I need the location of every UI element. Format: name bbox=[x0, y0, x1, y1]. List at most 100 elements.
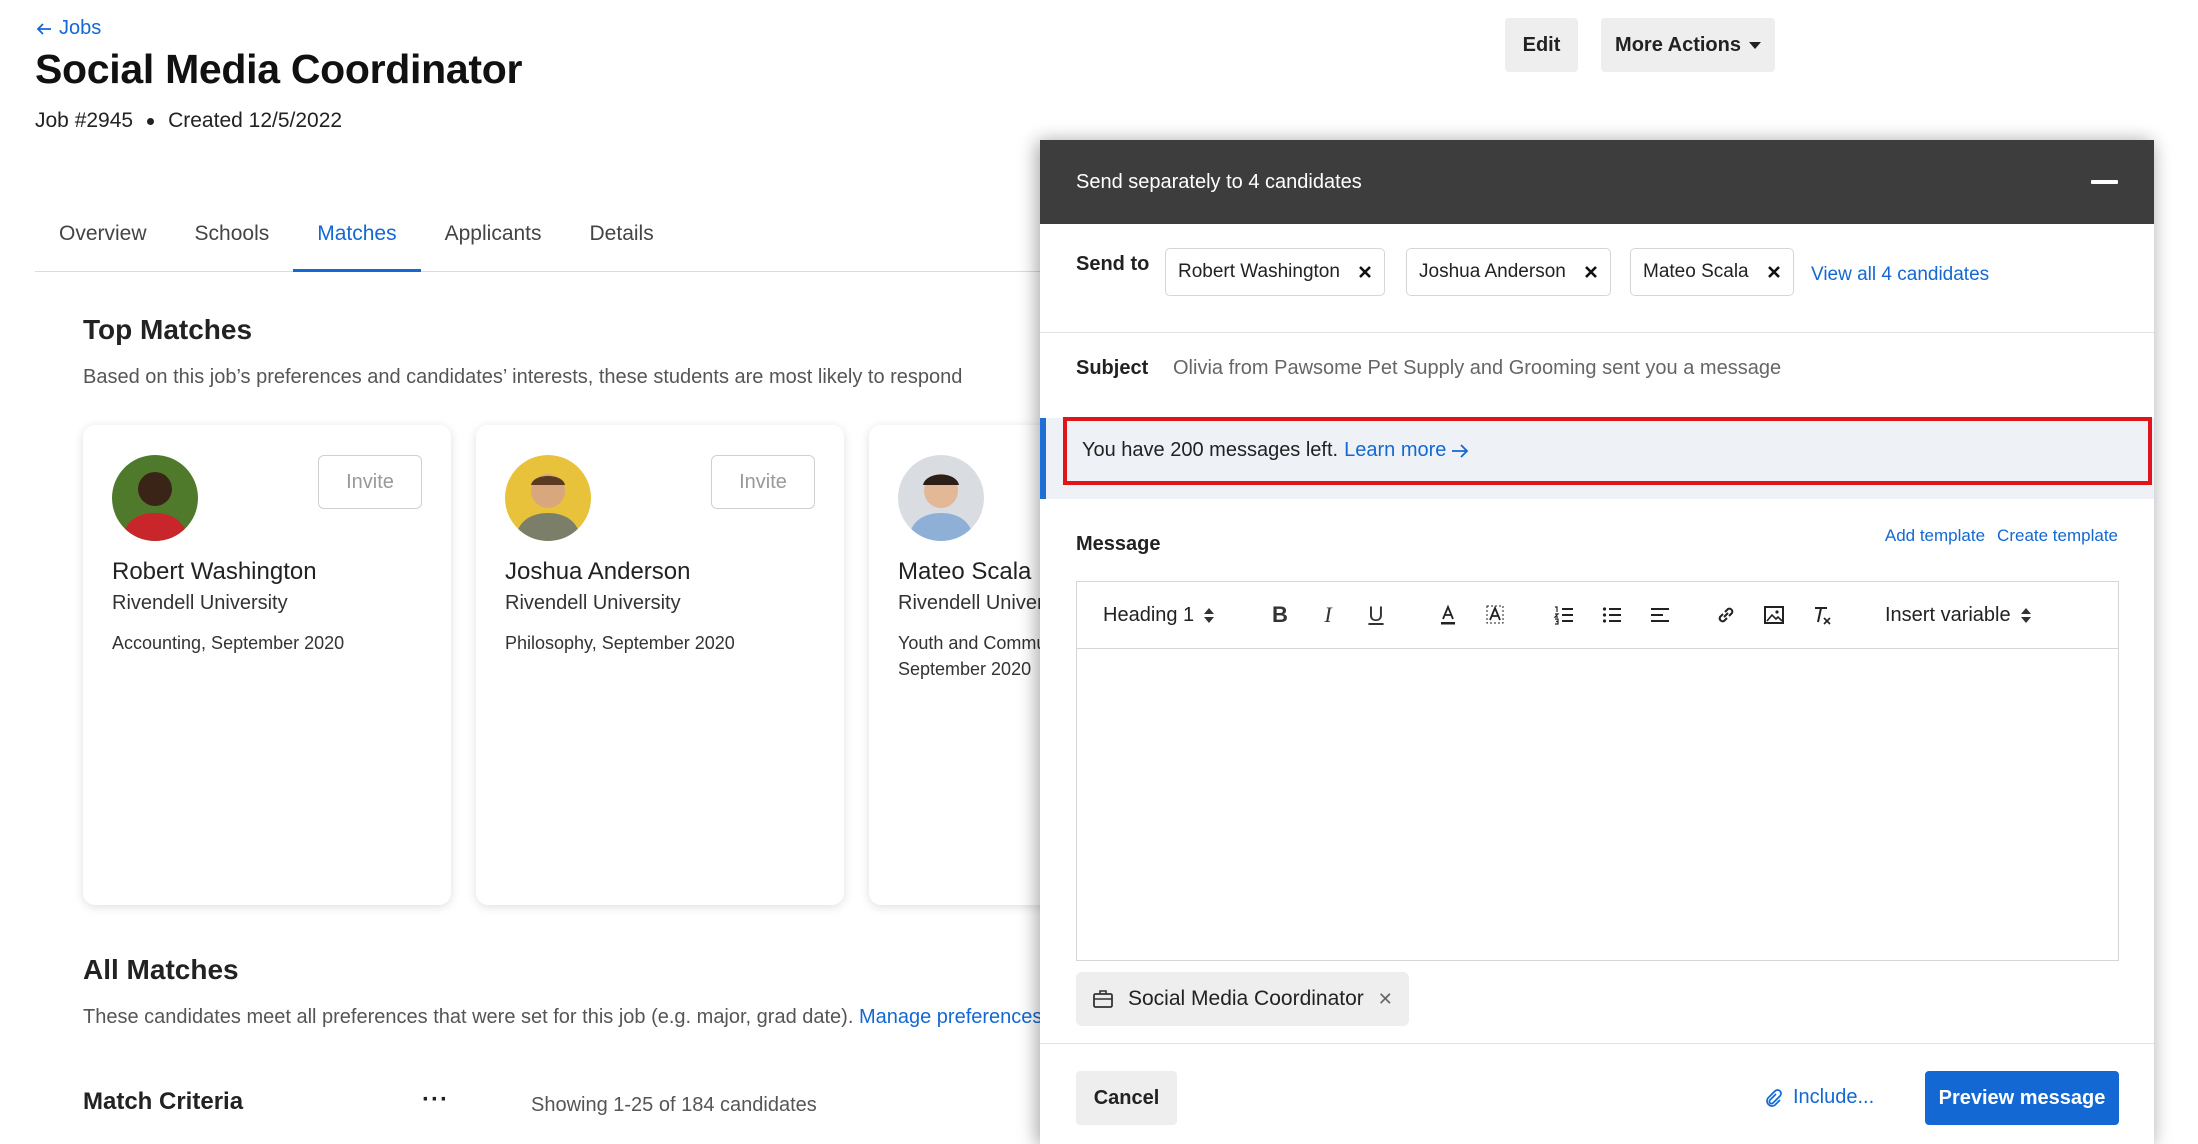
recipient-chip: Mateo Scala bbox=[1630, 248, 1794, 296]
job-meta: Job #2945 Created 12/5/2022 bbox=[35, 109, 342, 133]
text-color-icon[interactable] bbox=[1435, 600, 1461, 630]
remove-recipient-icon[interactable] bbox=[1358, 265, 1372, 279]
job-tabs: Overview Schools Matches Applicants Deta… bbox=[35, 214, 1055, 272]
insert-variable-select[interactable]: Insert variable bbox=[1885, 600, 2031, 630]
briefcase-icon bbox=[1093, 990, 1113, 1008]
messages-left-text: You have 200 messages left. bbox=[1082, 439, 1339, 461]
underline-button[interactable]: U bbox=[1363, 600, 1389, 630]
match-criteria-label: Match Criteria bbox=[83, 1088, 244, 1115]
editor-toolbar: Heading 1 B I U Insert variable bbox=[1077, 582, 2118, 649]
bulleted-list-icon[interactable] bbox=[1599, 600, 1625, 630]
tab-schools[interactable]: Schools bbox=[171, 214, 294, 272]
tab-applicants[interactable]: Applicants bbox=[421, 214, 566, 272]
invite-button[interactable]: Invite bbox=[318, 455, 422, 509]
tab-details[interactable]: Details bbox=[566, 214, 678, 272]
subject-row: Subject Olivia from Pawsome Pet Supply a… bbox=[1040, 333, 2154, 413]
candidate-major-line: Philosophy, September 2020 bbox=[505, 633, 735, 653]
numbered-list-icon[interactable] bbox=[1551, 600, 1577, 630]
candidate-name: Mateo Scala bbox=[898, 558, 1032, 585]
learn-more-label: Learn more bbox=[1344, 439, 1447, 461]
send-to-row: Send to Robert Washington Joshua Anderso… bbox=[1040, 224, 2154, 333]
template-links: Add template Create template bbox=[1885, 526, 2118, 546]
subject-input[interactable]: Olivia from Pawsome Pet Supply and Groom… bbox=[1173, 357, 1781, 380]
job-number: Job #2945 bbox=[35, 109, 134, 132]
cancel-button[interactable]: Cancel bbox=[1076, 1071, 1177, 1125]
include-button[interactable]: Include... bbox=[1763, 1086, 1874, 1109]
edit-button[interactable]: Edit bbox=[1505, 18, 1578, 72]
candidate-major-line: Accounting, September 2020 bbox=[112, 633, 345, 653]
clear-formatting-icon[interactable] bbox=[1809, 600, 1835, 630]
results-count: Showing 1-25 of 184 candidates bbox=[531, 1094, 817, 1116]
avatar bbox=[505, 455, 591, 541]
tab-matches[interactable]: Matches bbox=[293, 214, 421, 272]
minimize-icon[interactable] bbox=[2090, 168, 2118, 196]
more-options-icon[interactable]: ··· bbox=[422, 1086, 449, 1114]
compose-header: Send separately to 4 candidates bbox=[1040, 140, 2154, 224]
avatar bbox=[112, 455, 198, 541]
compose-title: Send separately to 4 candidates bbox=[1076, 170, 1362, 193]
select-arrows-icon bbox=[1204, 607, 1215, 623]
recipient-chip: Robert Washington bbox=[1165, 248, 1385, 296]
italic-button[interactable]: I bbox=[1315, 600, 1341, 630]
select-arrows-icon bbox=[2020, 607, 2031, 623]
recipient-chip: Joshua Anderson bbox=[1406, 248, 1611, 296]
recipient-name: Joshua Anderson bbox=[1419, 261, 1566, 282]
tab-overview[interactable]: Overview bbox=[35, 214, 171, 272]
recipient-name: Robert Washington bbox=[1178, 261, 1340, 282]
more-actions-label: More Actions bbox=[1615, 33, 1741, 56]
candidate-major: Accounting, September 2020 bbox=[112, 630, 344, 656]
top-matches-subtitle: Based on this job’s preferences and cand… bbox=[83, 366, 963, 388]
created-date: Created 12/5/2022 bbox=[168, 109, 343, 132]
arrow-right-icon bbox=[1452, 443, 1469, 458]
candidate-card[interactable]: Invite Joshua Anderson Rivendell Univers… bbox=[476, 425, 844, 905]
candidate-name: Robert Washington bbox=[112, 558, 317, 585]
edit-button-label: Edit bbox=[1522, 33, 1561, 56]
manage-preferences-link[interactable]: Manage preferences bbox=[859, 1006, 1042, 1028]
paperclip-icon bbox=[1766, 1088, 1782, 1107]
insert-variable-label: Insert variable bbox=[1885, 603, 2011, 626]
compose-footer: Cancel Include... Preview message bbox=[1040, 1043, 2154, 1144]
avatar bbox=[898, 455, 984, 541]
bold-button[interactable]: B bbox=[1267, 600, 1293, 630]
back-to-jobs-link[interactable]: Jobs bbox=[35, 17, 101, 40]
highlight-color-icon[interactable] bbox=[1482, 600, 1508, 630]
invite-button[interactable]: Invite bbox=[711, 455, 815, 509]
arrow-left-icon bbox=[36, 22, 51, 35]
recipient-name: Mateo Scala bbox=[1643, 261, 1749, 282]
top-matches-title: Top Matches bbox=[83, 314, 253, 345]
page-title: Social Media Coordinator bbox=[35, 46, 523, 92]
view-all-candidates-link[interactable]: View all 4 candidates bbox=[1811, 264, 1989, 286]
messages-left-notice: You have 200 messages left. Learn more bbox=[1040, 417, 2154, 499]
heading-select-value: Heading 1 bbox=[1103, 603, 1195, 626]
more-actions-button[interactable]: More Actions bbox=[1601, 18, 1775, 72]
candidate-school: Rivendell University bbox=[505, 592, 681, 614]
candidate-school: Rivendell University bbox=[112, 592, 288, 614]
remove-recipient-icon[interactable] bbox=[1767, 265, 1781, 279]
image-icon[interactable] bbox=[1761, 600, 1787, 630]
all-matches-subtitle: These candidates meet all preferences th… bbox=[83, 1006, 1042, 1029]
caret-down-icon bbox=[1748, 41, 1761, 49]
all-matches-subtitle-text: These candidates meet all preferences th… bbox=[83, 1006, 854, 1028]
add-template-link[interactable]: Add template bbox=[1885, 526, 1985, 546]
candidate-major: Philosophy, September 2020 bbox=[505, 630, 735, 656]
preview-message-button[interactable]: Preview message bbox=[1925, 1071, 2119, 1125]
send-to-label: Send to bbox=[1076, 253, 1150, 275]
learn-more-link[interactable]: Learn more bbox=[1344, 439, 1470, 462]
job-attachment-chip: Social Media Coordinator ✕ bbox=[1076, 972, 1409, 1026]
attachment-label: Social Media Coordinator bbox=[1128, 987, 1364, 1010]
include-label: Include... bbox=[1793, 1086, 1875, 1108]
remove-attachment-icon[interactable]: ✕ bbox=[1378, 989, 1393, 1010]
candidate-card[interactable]: Invite Robert Washington Rivendell Unive… bbox=[83, 425, 451, 905]
link-icon[interactable] bbox=[1713, 600, 1739, 630]
message-label: Message bbox=[1076, 533, 1161, 555]
remove-recipient-icon[interactable] bbox=[1584, 265, 1598, 279]
message-body-input[interactable] bbox=[1077, 649, 2118, 961]
candidate-name: Joshua Anderson bbox=[505, 558, 691, 585]
message-editor: Heading 1 B I U Insert variable bbox=[1076, 581, 2119, 961]
all-matches-title: All Matches bbox=[83, 954, 239, 985]
heading-select[interactable]: Heading 1 bbox=[1103, 600, 1215, 630]
separator-dot bbox=[147, 117, 155, 125]
align-left-icon[interactable] bbox=[1647, 600, 1673, 630]
create-template-link[interactable]: Create template bbox=[1997, 526, 2118, 546]
compose-message-panel: Send separately to 4 candidates Send to … bbox=[1040, 140, 2154, 1144]
